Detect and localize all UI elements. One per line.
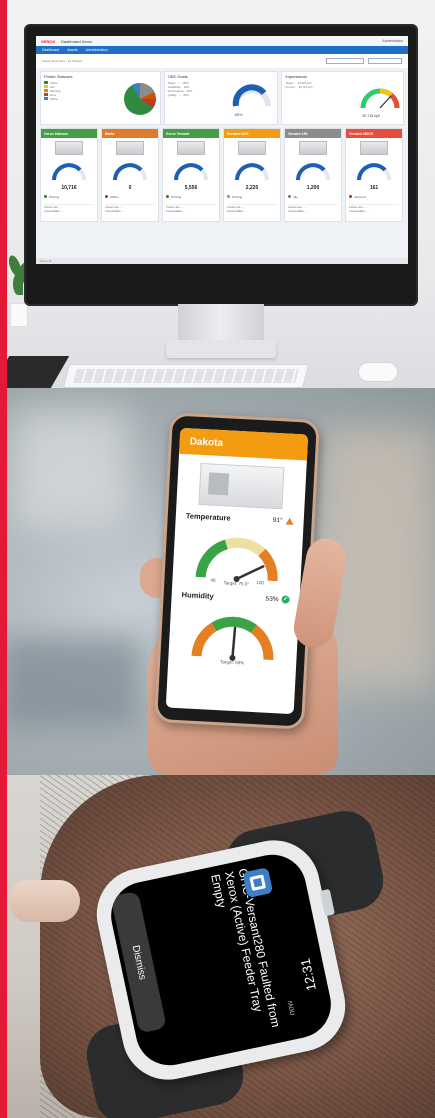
- dashboard-screen: XEROX Dashboard Xerox Administrator Dash…: [36, 36, 408, 264]
- device-status: Printing: [227, 195, 242, 199]
- printer-title-bar: Dakota: [179, 427, 309, 461]
- device-details: Current Job ..... Consumables .....: [44, 204, 94, 218]
- device-details: Current Job ..... Consumables .....: [227, 204, 277, 218]
- page: XEROX Dashboard Xerox Administrator Dash…: [0, 0, 435, 1118]
- filter-text: Select all printers - 24 Printers: [42, 59, 83, 63]
- watch-screen: Dismiss GHC-Versant280 Faulted from Xero…: [104, 848, 338, 1072]
- fingertip: [10, 880, 80, 922]
- device-name: Versant 280CX: [346, 129, 402, 138]
- device-card[interactable]: Versant 4100 2,220 Printing Current Job ...…: [223, 128, 281, 222]
- printer-image: [198, 462, 285, 510]
- device-value: 0: [128, 185, 132, 191]
- printer-thumbnail: [177, 141, 205, 155]
- oee-card: OEE Goals Target ........ 85% Availabili…: [163, 71, 279, 125]
- impressions-card-title: Impressions: [285, 74, 307, 79]
- device-gauge: [174, 163, 208, 181]
- device-gauge: [296, 163, 330, 181]
- oee-gauge: [232, 84, 271, 107]
- app-header: XEROX Dashboard Xerox Administrator: [36, 36, 408, 46]
- device-card[interactable]: Versant 280CX 161 Jammed Current Job ..... …: [345, 128, 403, 222]
- warning-icon: [285, 516, 294, 525]
- notification-time: 12:31: [297, 957, 319, 993]
- app-nav: Dashboard Assets Administration: [36, 46, 408, 54]
- fleet-pie-chart: [124, 82, 156, 115]
- phone-photo: Dakota Temperature 91° 40 100 Target: 75…: [0, 388, 435, 775]
- humidity-value: 53%: [265, 595, 279, 603]
- device-gauge: [113, 163, 147, 181]
- app-title: Dashboard Xerox: [61, 38, 93, 44]
- device-card[interactable]: Versant 180 1,200 Idle Current Job ..... Co…: [284, 128, 342, 222]
- device-value: 5,556: [184, 185, 198, 191]
- printer-thumbnail: [360, 141, 388, 155]
- printer-select[interactable]: [326, 58, 364, 64]
- device-status: Printing: [44, 195, 59, 199]
- device-card[interactable]: Xerox Versant 5,556 Printing Current Job ..…: [162, 128, 220, 222]
- mouse: [358, 362, 398, 382]
- summary-row: Printer Statuses Active Idle Warning Error O…: [36, 68, 408, 128]
- filter-bar: Select all printers - 24 Printers: [36, 54, 408, 68]
- nav-dashboard[interactable]: Dashboard: [42, 48, 59, 52]
- humidity-label: Humidity: [181, 589, 214, 601]
- device-card[interactable]: Xerox Iridesse 10,716 Printing Current Job …: [40, 128, 98, 222]
- smartphone: Dakota Temperature 91° 40 100 Target: 75…: [153, 412, 321, 730]
- user-menu[interactable]: Administrator: [382, 39, 403, 43]
- impressions-card: Impressions Target .... 30,000 sph Curre…: [281, 71, 404, 125]
- nav-administration[interactable]: Administration: [86, 48, 108, 52]
- device-value: 1,200: [306, 185, 320, 191]
- device-status: Idle: [288, 195, 298, 199]
- device-gauge: [357, 163, 391, 181]
- phone-screen: Dakota Temperature 91° 40 100 Target: 75…: [165, 427, 309, 715]
- temperature-label: Temperature: [185, 510, 231, 523]
- printer-thumbnail: [116, 141, 144, 155]
- device-card-row: Xerox Iridesse 10,716 Printing Current Job …: [36, 128, 408, 222]
- fleet-status-card: Printer Statuses Active Idle Warning Error O…: [40, 71, 161, 125]
- device-name: Baltic: [102, 129, 158, 138]
- monitor-stand: [178, 304, 264, 344]
- printer-thumbnail: [299, 141, 327, 155]
- notification-message: GHC-Versant280 Faulted from Xerox (Activ…: [208, 867, 283, 1029]
- check-icon: ✓: [281, 595, 290, 604]
- impressions-value: 30,715 sph: [362, 114, 380, 118]
- oee-value: 85%: [234, 112, 243, 117]
- device-name: Versant 180: [285, 129, 341, 138]
- monitor-foot: [166, 340, 276, 358]
- notification-when: now: [284, 999, 297, 1017]
- desk-tray: [0, 356, 70, 388]
- desktop-photo: XEROX Dashboard Xerox Administrator Dash…: [0, 0, 435, 388]
- device-name: Versant 4100: [224, 129, 280, 138]
- xerox-app-icon: [242, 867, 274, 899]
- device-card[interactable]: Baltic 0 Offline Current Job ..... Consumab…: [101, 128, 159, 222]
- device-details: Current Job ..... Consumables .....: [288, 204, 338, 218]
- device-value: 161: [369, 185, 379, 191]
- device-gauge: [52, 163, 86, 181]
- device-name: Xerox Versant: [163, 129, 219, 138]
- printer-thumbnail: [238, 141, 266, 155]
- fleet-card-title: Printer Statuses: [44, 74, 73, 79]
- device-status: Jammed: [349, 195, 366, 199]
- nav-assets[interactable]: Assets: [67, 48, 78, 52]
- search-input[interactable]: [368, 58, 402, 64]
- device-details: Current Job ..... Consumables .....: [105, 204, 155, 218]
- printer-thumbnail: [55, 141, 83, 155]
- watch-photo: Dismiss GHC-Versant280 Faulted from Xero…: [0, 775, 435, 1118]
- svg-text:40: 40: [210, 578, 216, 583]
- device-details: Current Job ..... Consumables .....: [349, 204, 399, 218]
- device-name: Xerox Iridesse: [41, 129, 97, 138]
- device-status: Offline: [105, 195, 119, 199]
- monitor: XEROX Dashboard Xerox Administrator Dash…: [24, 24, 418, 306]
- device-details: Current Job ..... Consumables .....: [166, 204, 216, 218]
- impressions-gauge: [360, 88, 400, 109]
- keyboard: [63, 364, 309, 388]
- temperature-value: 91°: [272, 516, 283, 524]
- app-status-footer: Show all: [36, 258, 408, 264]
- device-gauge: [235, 163, 269, 181]
- device-value: 10,716: [61, 185, 77, 191]
- device-value: 2,220: [245, 185, 259, 191]
- svg-text:100: 100: [256, 580, 264, 585]
- app-brand-logo: XEROX: [41, 38, 56, 44]
- device-status: Printing: [166, 195, 181, 199]
- brand-accent-bar: [0, 0, 7, 1118]
